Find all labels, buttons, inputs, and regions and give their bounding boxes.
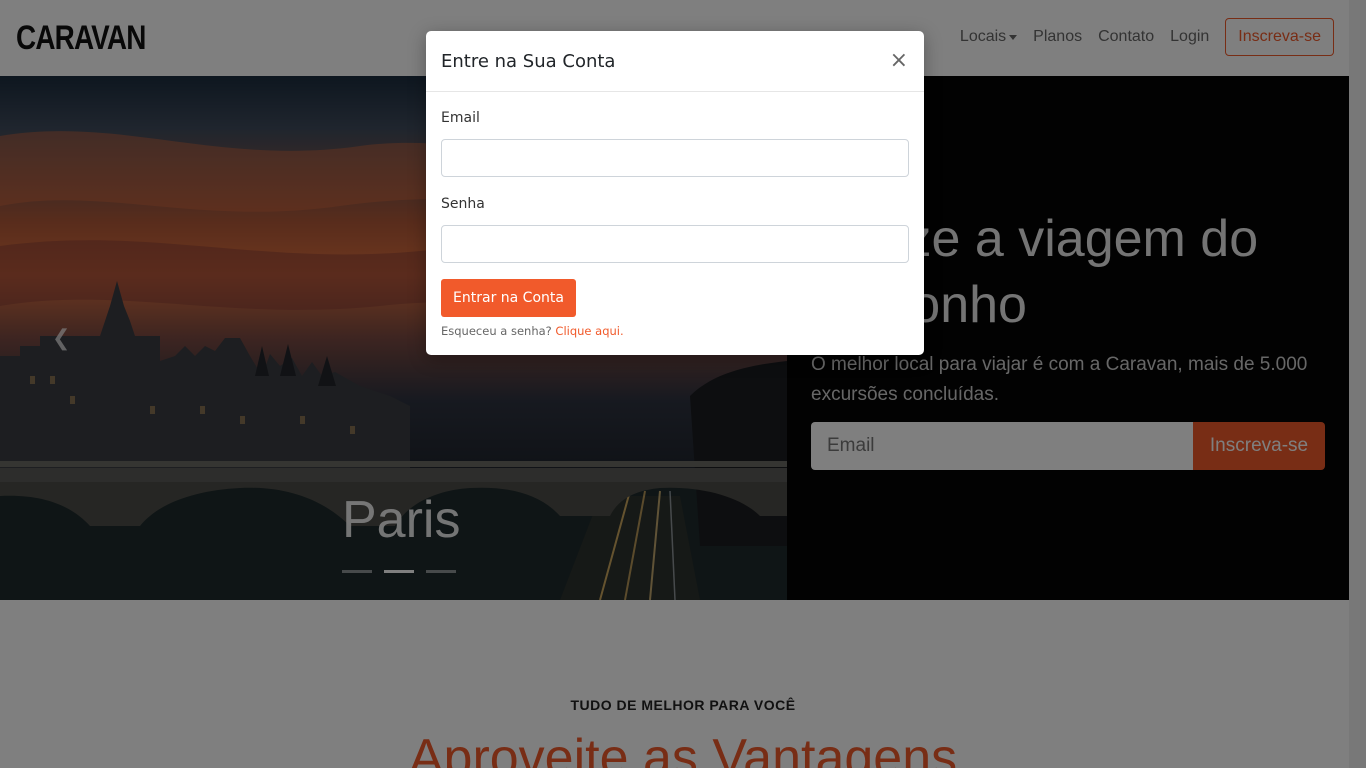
email-field[interactable] [441, 139, 909, 177]
modal-header: Entre na Sua Conta × [426, 31, 924, 92]
password-label: Senha [441, 196, 485, 212]
forgot-password-link[interactable]: Clique aqui. [555, 324, 623, 338]
forgot-password-label: Esqueceu a senha? [441, 324, 552, 338]
password-field[interactable] [441, 225, 909, 263]
modal-title: Entre na Sua Conta [441, 51, 616, 72]
login-modal: Entre na Sua Conta × Email Senha Entrar … [426, 31, 924, 355]
login-submit-button[interactable]: Entrar na Conta [441, 279, 576, 317]
close-icon[interactable]: × [890, 47, 908, 75]
forgot-password-text: Esqueceu a senha? Clique aqui. [441, 324, 624, 338]
email-label: Email [441, 110, 480, 126]
